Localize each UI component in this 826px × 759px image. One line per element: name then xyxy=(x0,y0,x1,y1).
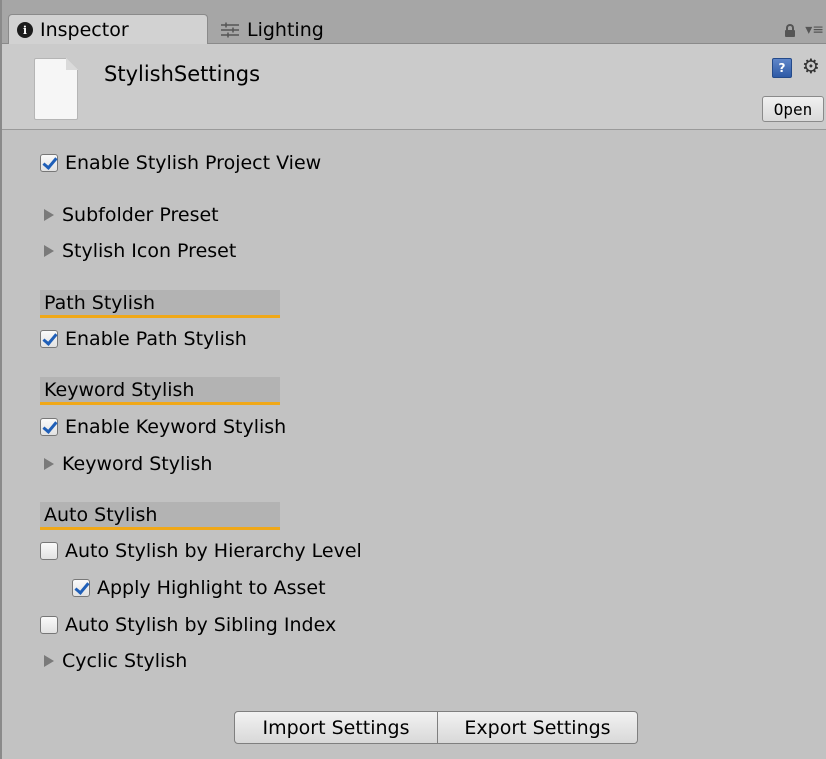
cyclic-stylish-label: Cyclic Stylish xyxy=(62,650,188,672)
subfolder-preset-label: Subfolder Preset xyxy=(62,204,219,226)
asset-header: StylishSettings ? ⚙ Open xyxy=(2,44,826,130)
enable-keyword-stylish-label: Enable Keyword Stylish xyxy=(65,416,287,438)
tab-menu-icon[interactable]: ▾≡ xyxy=(805,22,824,38)
auto-stylish-hierarchy-row[interactable]: Auto Stylish by Hierarchy Level xyxy=(40,538,362,564)
enable-path-stylish-label: Enable Path Stylish xyxy=(65,328,247,350)
tab-inspector-label: Inspector xyxy=(40,19,129,41)
enable-path-stylish-row[interactable]: Enable Path Stylish xyxy=(40,326,247,352)
auto-stylish-sibling-row[interactable]: Auto Stylish by Sibling Index xyxy=(40,612,336,638)
apply-highlight-checkbox[interactable] xyxy=(72,579,90,597)
auto-stylish-header: Auto Stylish xyxy=(40,502,280,530)
stylish-icon-preset-label: Stylish Icon Preset xyxy=(62,240,237,262)
stylish-icon-preset-foldout[interactable]: Stylish Icon Preset xyxy=(40,238,236,264)
keyword-stylish-foldout-label: Keyword Stylish xyxy=(62,453,213,475)
apply-highlight-label: Apply Highlight to Asset xyxy=(97,577,326,599)
help-icon[interactable]: ? xyxy=(772,58,792,78)
inspector-window: i Inspector Lighting ▾≡ StylishSettings … xyxy=(0,0,826,759)
open-button[interactable]: Open xyxy=(762,96,824,122)
export-settings-button[interactable]: Export Settings xyxy=(438,711,638,744)
tab-inspector[interactable]: i Inspector xyxy=(8,14,208,45)
tab-lighting[interactable]: Lighting xyxy=(212,14,432,45)
info-icon: i xyxy=(17,22,33,38)
keyword-stylish-foldout[interactable]: Keyword Stylish xyxy=(40,451,212,477)
auto-stylish-sibling-checkbox[interactable] xyxy=(40,616,58,634)
path-stylish-header: Path Stylish xyxy=(40,290,280,318)
enable-keyword-stylish-row[interactable]: Enable Keyword Stylish xyxy=(40,414,286,440)
tab-bar: i Inspector Lighting ▾≡ xyxy=(2,0,826,45)
auto-stylish-hierarchy-checkbox[interactable] xyxy=(40,542,58,560)
auto-stylish-sibling-label: Auto Stylish by Sibling Index xyxy=(65,614,337,636)
foldout-arrow-icon xyxy=(44,655,54,667)
import-settings-button[interactable]: Import Settings xyxy=(234,711,438,744)
tabbar-controls: ▾≡ xyxy=(785,22,824,38)
foldout-arrow-icon xyxy=(44,458,54,470)
tab-lighting-label: Lighting xyxy=(247,18,324,41)
enable-keyword-stylish-checkbox[interactable] xyxy=(40,418,58,436)
keyword-stylish-header: Keyword Stylish xyxy=(40,377,280,405)
subfolder-preset-foldout[interactable]: Subfolder Preset xyxy=(40,202,219,228)
apply-highlight-row[interactable]: Apply Highlight to Asset xyxy=(72,575,326,601)
foldout-arrow-icon xyxy=(44,209,54,221)
enable-stylish-project-view-row[interactable]: Enable Stylish Project View xyxy=(40,150,321,176)
lock-icon[interactable] xyxy=(785,24,796,37)
lighting-settings-icon xyxy=(220,22,240,38)
file-icon xyxy=(34,58,78,120)
asset-title: StylishSettings xyxy=(104,62,261,86)
auto-stylish-hierarchy-label: Auto Stylish by Hierarchy Level xyxy=(65,540,362,562)
gear-icon[interactable]: ⚙ xyxy=(802,54,820,78)
settings-button-group: Import Settings Export Settings xyxy=(234,711,638,744)
foldout-arrow-icon xyxy=(44,245,54,257)
enable-path-stylish-checkbox[interactable] xyxy=(40,330,58,348)
enable-stylish-project-view-checkbox[interactable] xyxy=(40,154,58,172)
enable-stylish-project-view-label: Enable Stylish Project View xyxy=(65,152,322,174)
cyclic-stylish-foldout[interactable]: Cyclic Stylish xyxy=(40,648,187,674)
